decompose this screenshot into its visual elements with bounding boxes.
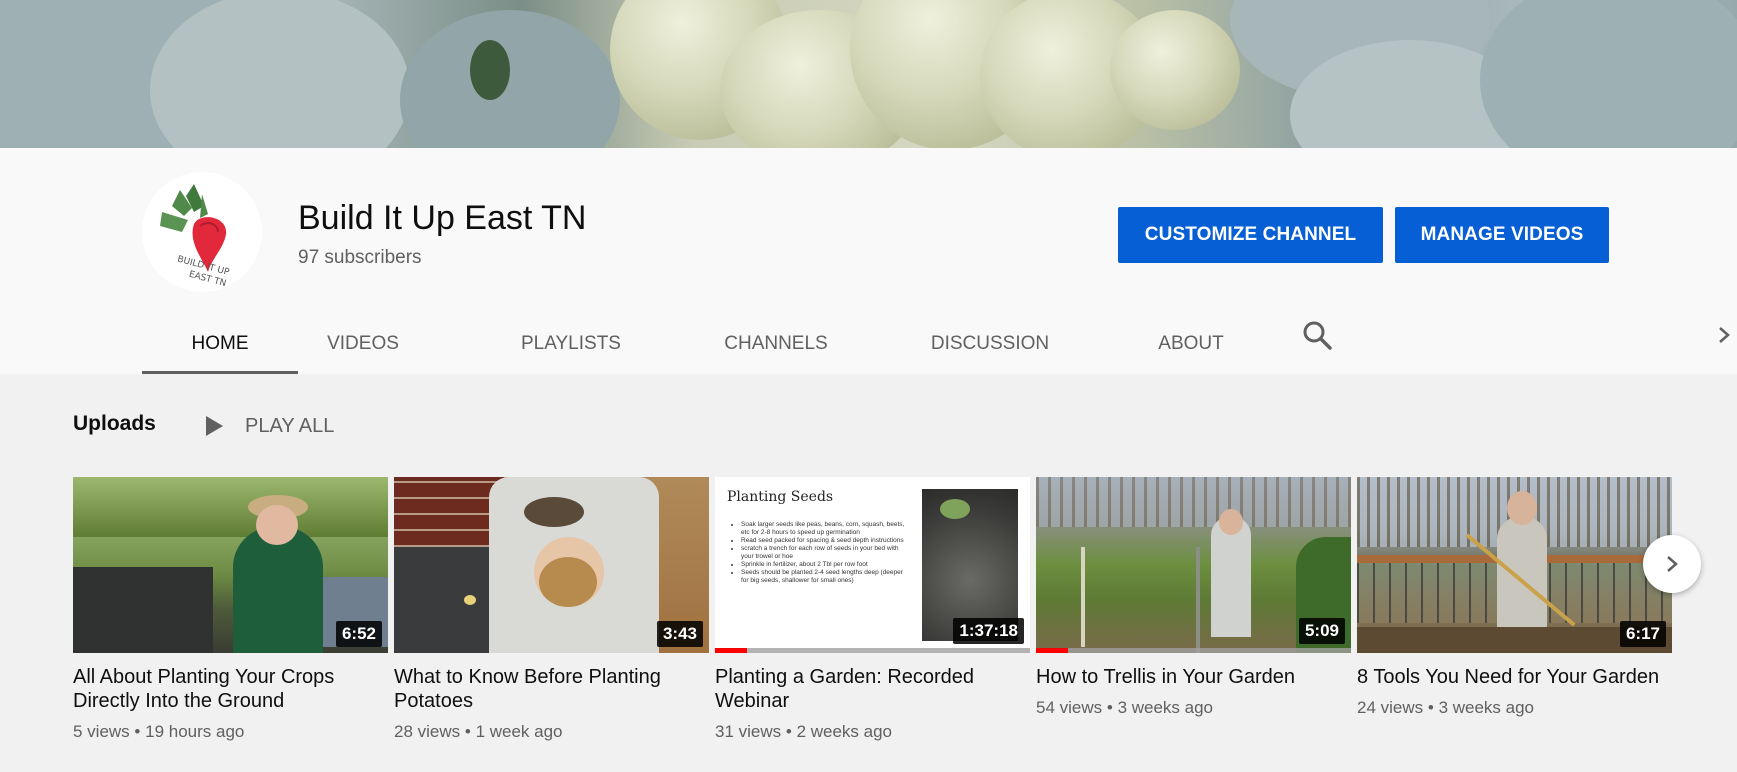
tab-home[interactable]: HOME	[142, 314, 298, 374]
watch-progress-track	[715, 648, 1030, 653]
slide-bullet: Seeds should be planted 2-4 seed lengths…	[741, 569, 911, 585]
chevron-right-icon[interactable]	[1714, 318, 1734, 352]
radish-logo-icon: BUILD IT UP EAST TN	[160, 184, 231, 289]
channel-header: BUILD IT UP EAST TN Build It Up East TN …	[0, 148, 1737, 374]
play-all-label: PLAY ALL	[245, 414, 335, 437]
subscriber-count: 97 subscribers	[298, 247, 422, 268]
upload-age: 3 weeks ago	[1117, 698, 1214, 717]
video-duration: 6:17	[1619, 621, 1666, 647]
upload-age: 3 weeks ago	[1438, 698, 1535, 717]
uploads-heading[interactable]: Uploads	[73, 412, 156, 436]
video-title[interactable]: Planting a Garden: Recorded Webinar	[715, 665, 1030, 713]
watch-progress	[1036, 648, 1068, 653]
channel-name: Build It Up East TN	[298, 199, 587, 237]
video-duration: 1:37:18	[953, 618, 1024, 644]
channel-banner	[0, 0, 1737, 148]
view-count: 28 views	[394, 722, 461, 741]
slide-bullets: Soak larger seeds like peas, beans, corn…	[731, 521, 911, 585]
tab-channels[interactable]: CHANNELS	[704, 314, 848, 374]
upload-age: 2 weeks ago	[796, 722, 893, 741]
view-count: 24 views	[1357, 698, 1424, 717]
video-meta: 28 views • 1 week ago	[394, 722, 709, 742]
video-title[interactable]: What to Know Before Planting Potatoes	[394, 665, 709, 713]
video-meta: 24 views • 3 weeks ago	[1357, 698, 1672, 718]
slide-heading: Planting Seeds	[727, 489, 834, 505]
slide-bullet: scratch a trench for each row of seeds i…	[741, 545, 911, 561]
video-meta: 5 views • 19 hours ago	[73, 722, 388, 742]
video-title[interactable]: 8 Tools You Need for Your Garden	[1357, 665, 1672, 689]
video-card[interactable]: 3:43 What to Know Before Planting Potato…	[394, 477, 709, 742]
upload-age: 19 hours ago	[145, 722, 245, 741]
play-all-button[interactable]: PLAY ALL	[206, 412, 334, 440]
watch-progress	[715, 648, 747, 653]
tab-videos[interactable]: VIDEOS	[308, 314, 418, 374]
video-duration: 5:09	[1298, 618, 1345, 644]
view-count: 54 views	[1036, 698, 1103, 717]
customize-channel-button[interactable]: CUSTOMIZE CHANNEL	[1118, 207, 1383, 263]
video-card[interactable]: Planting Seeds Soak larger seeds like pe…	[715, 477, 1030, 742]
slide-bullet: Read seed packed for spacing & seed dept…	[741, 537, 911, 545]
meta-separator: •	[134, 722, 141, 741]
video-thumbnail[interactable]: Planting Seeds Soak larger seeds like pe…	[715, 477, 1030, 653]
next-arrow-icon[interactable]	[1643, 535, 1701, 593]
upload-age: 1 week ago	[475, 722, 563, 741]
video-card[interactable]: 6:17 8 Tools You Need for Your Garden 24…	[1357, 477, 1672, 718]
slide-bullet: Soak larger seeds like peas, beans, corn…	[741, 521, 911, 537]
channel-avatar[interactable]: BUILD IT UP EAST TN	[142, 172, 262, 292]
tab-discussion[interactable]: DISCUSSION	[912, 314, 1068, 374]
view-count: 31 views	[715, 722, 782, 741]
manage-videos-button[interactable]: MANAGE VIDEOS	[1395, 207, 1609, 263]
video-title[interactable]: How to Trellis in Your Garden	[1036, 665, 1351, 689]
video-duration: 6:52	[335, 621, 382, 647]
video-duration: 3:43	[656, 621, 703, 647]
tab-about[interactable]: ABOUT	[1132, 314, 1250, 374]
video-thumbnail[interactable]: 3:43	[394, 477, 709, 653]
slide-bullet: Sprinkle in fertilizer, about 2 Tbl per …	[741, 561, 911, 569]
video-thumbnail[interactable]: 6:52	[73, 477, 388, 653]
video-card[interactable]: 6:52 All About Planting Your Crops Direc…	[73, 477, 388, 742]
meta-separator: •	[464, 722, 471, 741]
watch-progress-track	[1036, 648, 1351, 653]
video-meta: 54 views • 3 weeks ago	[1036, 698, 1351, 718]
tab-playlists[interactable]: PLAYLISTS	[504, 314, 638, 374]
video-meta: 31 views • 2 weeks ago	[715, 722, 1030, 742]
video-thumbnail[interactable]: 5:09	[1036, 477, 1351, 653]
video-title[interactable]: All About Planting Your Crops Directly I…	[73, 665, 388, 713]
meta-separator: •	[785, 722, 792, 741]
video-card[interactable]: 5:09 How to Trellis in Your Garden 54 vi…	[1036, 477, 1351, 718]
view-count: 5 views	[73, 722, 130, 741]
video-thumbnail[interactable]: 6:17	[1357, 477, 1672, 653]
meta-separator: •	[1427, 698, 1434, 717]
search-icon[interactable]	[1300, 318, 1334, 352]
play-icon	[206, 416, 223, 436]
meta-separator: •	[1106, 698, 1113, 717]
